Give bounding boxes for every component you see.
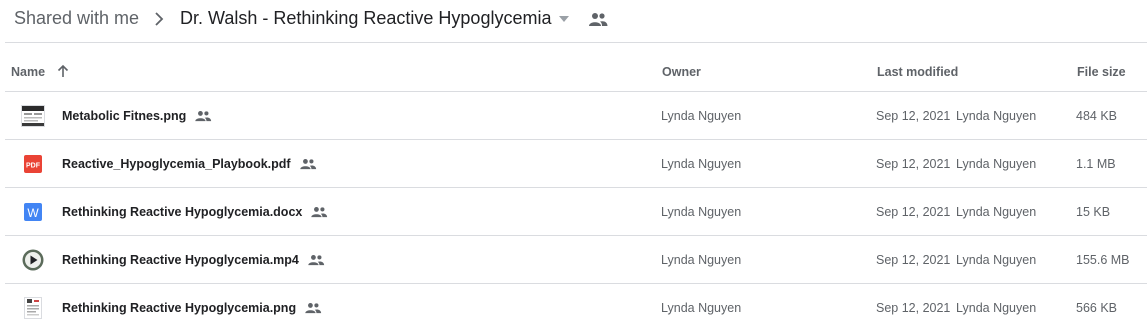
file-name: Rethinking Reactive Hypoglycemia.docx xyxy=(62,205,328,219)
image-thumbnail-icon xyxy=(24,297,42,319)
column-header-file-size[interactable]: File size xyxy=(1077,65,1126,79)
people-icon[interactable] xyxy=(588,11,608,27)
file-name: Metabolic Fitnes.png xyxy=(62,109,212,123)
file-owner: Lynda Nguyen xyxy=(661,109,742,123)
people-icon xyxy=(195,111,212,122)
image-thumbnail-icon xyxy=(21,105,45,127)
column-header-name[interactable]: Name xyxy=(11,65,45,79)
breadcrumb-shared-with-me[interactable]: Shared with me xyxy=(14,8,139,29)
file-name-text: Rethinking Reactive Hypoglycemia.png xyxy=(62,301,297,315)
people-icon xyxy=(308,255,325,266)
file-row[interactable]: Rethinking Reactive Hypoglycemia.png Lyn… xyxy=(5,284,1147,326)
file-owner: Lynda Nguyen xyxy=(661,301,742,315)
people-icon xyxy=(305,303,322,314)
file-size: 484 KB xyxy=(1076,109,1118,123)
pdf-icon: PDF xyxy=(24,155,42,173)
file-size: 15 KB xyxy=(1076,205,1111,219)
file-modified-by: Lynda Nguyen xyxy=(956,205,1037,219)
file-modified-date: Sep 12, 2021 xyxy=(876,205,951,219)
file-name-text: Reactive_Hypoglycemia_Playbook.pdf xyxy=(62,157,291,171)
file-name: Rethinking Reactive Hypoglycemia.mp4 xyxy=(62,253,325,267)
word-icon-label: W xyxy=(27,206,39,220)
people-icon xyxy=(311,207,328,218)
file-modified-by: Lynda Nguyen xyxy=(956,157,1037,171)
file-owner: Lynda Nguyen xyxy=(661,157,742,171)
file-name: Reactive_Hypoglycemia_Playbook.pdf xyxy=(62,157,317,171)
file-name-text: Metabolic Fitnes.png xyxy=(62,109,187,123)
file-modified-date: Sep 12, 2021 xyxy=(876,253,951,267)
arrow-up-icon[interactable] xyxy=(56,64,70,78)
file-modified-by: Lynda Nguyen xyxy=(956,253,1037,267)
file-size: 1.1 MB xyxy=(1076,157,1116,171)
file-modified-by: Lynda Nguyen xyxy=(956,109,1037,123)
file-size: 566 KB xyxy=(1076,301,1118,315)
file-name-text: Rethinking Reactive Hypoglycemia.docx xyxy=(62,205,303,219)
column-header-owner[interactable]: Owner xyxy=(662,65,701,79)
file-modified-by: Lynda Nguyen xyxy=(956,301,1037,315)
file-size: 155.6 MB xyxy=(1076,253,1130,267)
pdf-icon-label: PDF xyxy=(26,163,41,170)
column-header-last-modified[interactable]: Last modified xyxy=(877,65,958,79)
chevron-right-icon xyxy=(155,12,164,26)
file-owner: Lynda Nguyen xyxy=(661,205,742,219)
column-header-row: Name Owner Last modified File size xyxy=(0,43,1147,91)
video-play-icon xyxy=(22,249,44,271)
file-modified-date: Sep 12, 2021 xyxy=(876,301,951,315)
file-row[interactable]: W Rethinking Reactive Hypoglycemia.docx … xyxy=(5,188,1147,236)
word-document-icon: W xyxy=(24,203,42,221)
breadcrumb-current-folder[interactable]: Dr. Walsh - Rethinking Reactive Hypoglyc… xyxy=(180,8,551,29)
file-name-text: Rethinking Reactive Hypoglycemia.mp4 xyxy=(62,253,299,267)
file-row[interactable]: Metabolic Fitnes.png Lynda Nguyen Sep 12… xyxy=(5,92,1147,140)
file-list: Metabolic Fitnes.png Lynda Nguyen Sep 12… xyxy=(0,92,1147,326)
people-icon xyxy=(299,159,316,170)
breadcrumb: Shared with me Dr. Walsh - Rethinking Re… xyxy=(0,0,1147,42)
file-modified-date: Sep 12, 2021 xyxy=(876,109,951,123)
file-row[interactable]: Rethinking Reactive Hypoglycemia.mp4 Lyn… xyxy=(5,236,1147,284)
file-owner: Lynda Nguyen xyxy=(661,253,742,267)
file-row[interactable]: PDF Reactive_Hypoglycemia_Playbook.pdf L… xyxy=(5,140,1147,188)
caret-down-icon[interactable] xyxy=(557,14,571,24)
file-modified-date: Sep 12, 2021 xyxy=(876,157,951,171)
file-name: Rethinking Reactive Hypoglycemia.png xyxy=(62,301,322,315)
